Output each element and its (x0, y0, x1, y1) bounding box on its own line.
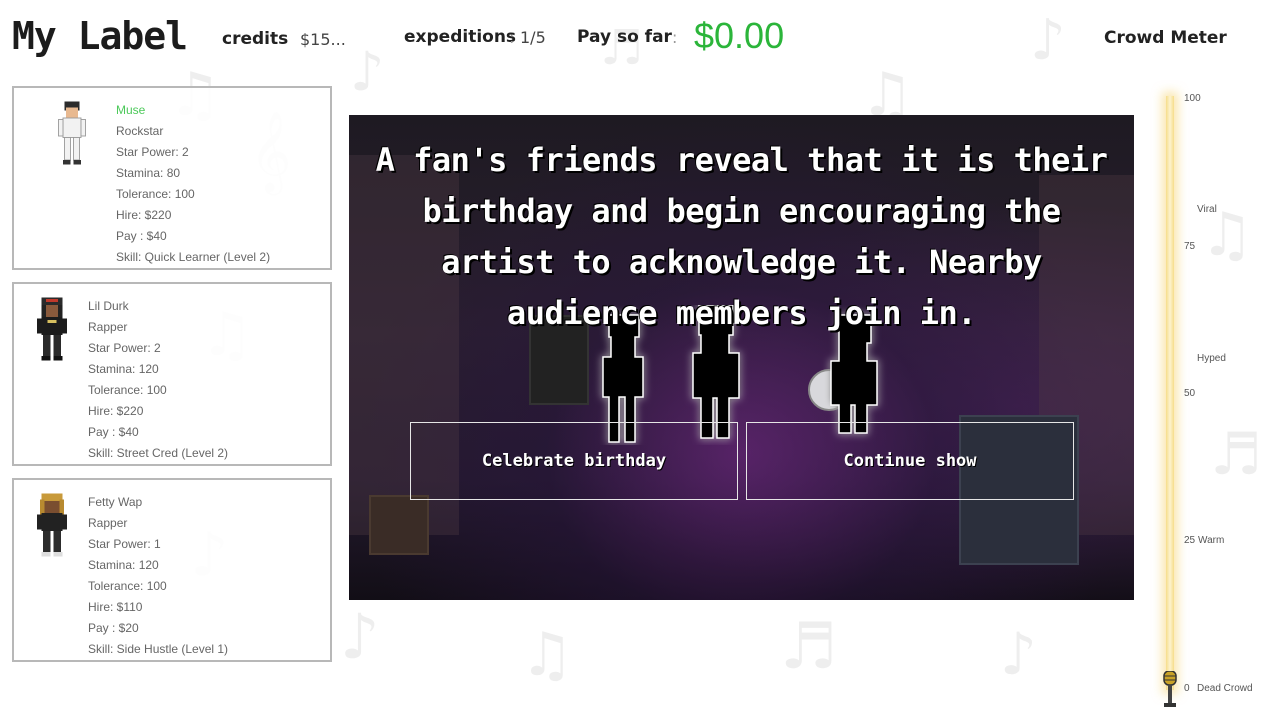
artist-type: Rockstar (116, 124, 164, 138)
artist-pay: Pay : $20 (88, 621, 139, 635)
artist-stamina: Stamina: 80 (116, 166, 181, 180)
pay-so-far-value: $0.00 (694, 15, 785, 56)
expeditions-label: expeditions (404, 27, 517, 47)
artist-card-lil-durk[interactable]: Lil Durk Rapper Star Power: 2 Stamina: 1… (12, 282, 332, 466)
artist-type: Rapper (88, 516, 128, 530)
celebrate-birthday-button[interactable]: Celebrate birthday (410, 422, 738, 500)
artist-skill: Skill: Side Hustle (Level 1) (88, 642, 229, 656)
artist-pay: Pay : $40 (116, 229, 167, 243)
event-description: A fan's friends reveal that it is their … (375, 141, 1108, 332)
meter-label-viral: Viral (1197, 204, 1217, 215)
microphone-icon (1163, 671, 1177, 707)
meter-tick-25: 25 (1184, 535, 1196, 546)
artist-star-power: Star Power: 1 (88, 537, 161, 551)
event-scene: A fan's friends reveal that it is their … (349, 115, 1134, 600)
artist-star-power: Star Power: 2 (88, 341, 161, 355)
artist-name: Muse (116, 103, 146, 117)
app-logo: My Label (12, 14, 188, 58)
artist-type: Rapper (88, 320, 128, 334)
lil-durk-avatar (37, 297, 67, 361)
artist-name: Fetty Wap (88, 495, 143, 509)
artist-stamina: Stamina: 120 (88, 362, 159, 376)
artist-card-muse[interactable]: Muse Rockstar Star Power: 2 Stamina: 80 … (12, 86, 332, 270)
artist-tolerance: Tolerance: 100 (116, 187, 195, 201)
pay-colon: : (672, 28, 678, 47)
meter-label-hyped: Hyped (1197, 353, 1226, 364)
muse-avatar (58, 101, 86, 165)
artist-hire: Hire: $220 (116, 208, 172, 222)
artist-stamina: Stamina: 120 (88, 558, 159, 572)
artist-pay: Pay : $40 (88, 425, 139, 439)
lil-durk-stats: Lil Durk Rapper Star Power: 2 Stamina: 1… (88, 296, 228, 464)
crate (369, 495, 429, 555)
fetty-wap-stats: Fetty Wap Rapper Star Power: 1 Stamina: … (88, 492, 228, 660)
meter-tick-50: 50 (1184, 388, 1196, 399)
artist-skill: Skill: Quick Learner (Level 2) (116, 250, 271, 264)
artist-card-fetty-wap[interactable]: Fetty Wap Rapper Star Power: 1 Stamina: … (12, 478, 332, 662)
expeditions-value: 1/5 (520, 28, 546, 47)
meter-tick-0: 0 (1184, 683, 1190, 694)
artist-hire: Hire: $220 (88, 404, 144, 418)
crowd-meter-track (1166, 96, 1174, 690)
crowd-meter-title: Crowd Meter (1104, 28, 1227, 48)
meter-label-dead-crowd: Dead Crowd (1197, 683, 1253, 694)
muse-stats: Muse Rockstar Star Power: 2 Stamina: 80 … (116, 100, 270, 268)
artist-tolerance: Tolerance: 100 (88, 579, 167, 593)
meter-label-warm: Warm (1198, 535, 1225, 546)
credits-label: credits (222, 29, 289, 49)
fetty-wap-avatar (37, 493, 67, 557)
artist-star-power: Star Power: 2 (116, 145, 189, 159)
meter-tick-75: 75 (1184, 241, 1196, 252)
pay-label: Pay so far (577, 27, 672, 47)
continue-show-button[interactable]: Continue show (746, 422, 1074, 500)
artist-skill: Skill: Street Cred (Level 2) (88, 446, 229, 460)
credits-value: $15... (300, 30, 346, 49)
artist-tolerance: Tolerance: 100 (88, 383, 167, 397)
top-bar: My Label credits $15... expeditions : 1/… (0, 0, 1272, 80)
artist-hire: Hire: $110 (88, 600, 143, 614)
expeditions-colon: : (509, 28, 515, 47)
artist-name: Lil Durk (88, 299, 129, 313)
meter-tick-100: 100 (1184, 93, 1201, 104)
